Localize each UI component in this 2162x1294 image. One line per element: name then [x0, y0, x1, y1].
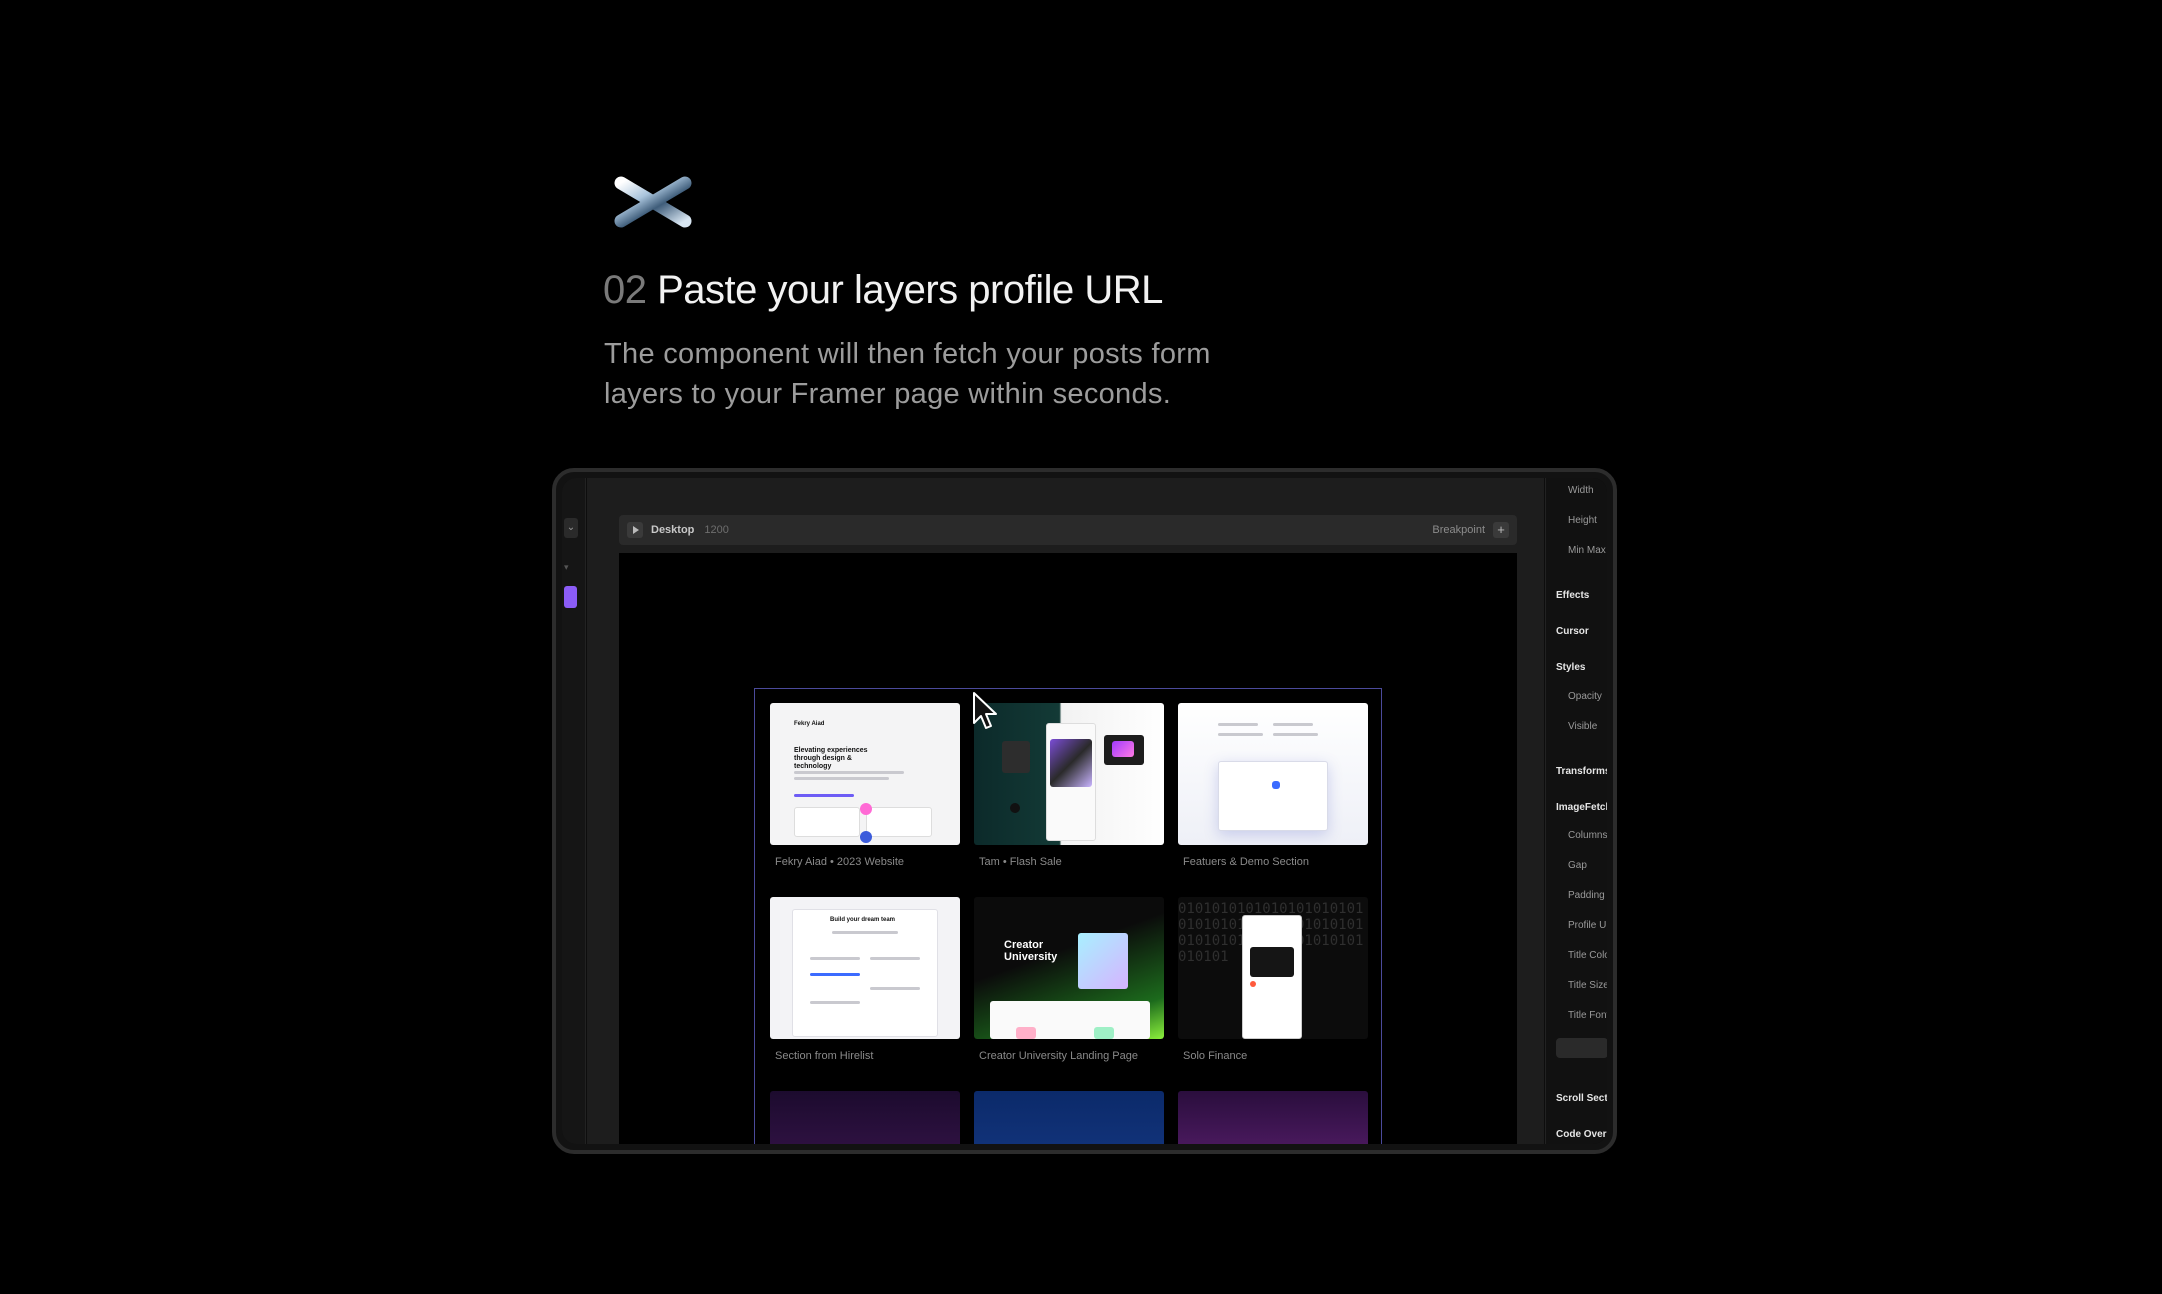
editor-window: ⌄ ▾ Desktop 1200 Breakpoint + Fekry Aiad	[562, 478, 1607, 1144]
breakpoint-width: 1200	[704, 524, 729, 536]
post-card[interactable]	[974, 1091, 1164, 1144]
post-title: Tam • Flash Sale	[979, 856, 1062, 868]
post-title: Featuers & Demo Section	[1183, 856, 1309, 868]
panel-item-gap[interactable]: Gap	[1568, 860, 1587, 871]
panel-item-styles[interactable]: Styles	[1556, 662, 1585, 673]
panel-item-cursor[interactable]: Cursor	[1556, 626, 1589, 637]
properties-panel: Width Height Min Max Effects Cursor Styles Opa…	[1545, 478, 1607, 1144]
panel-item-code-overr[interactable]: Code Overr	[1556, 1129, 1607, 1140]
post-title: Creator University Landing Page	[979, 1050, 1138, 1062]
post-thumbnail	[1178, 1091, 1368, 1144]
step-number: 02	[603, 268, 647, 312]
page-title: 02 Paste your layers profile URL	[603, 268, 1163, 313]
canvas[interactable]: Desktop 1200 Breakpoint + Fekry Aiad Ele…	[587, 478, 1544, 1144]
post-thumbnail	[974, 1091, 1164, 1144]
chrome-asterisk-icon	[614, 158, 692, 246]
layers-rail: ⌄ ▾	[562, 478, 586, 1144]
post-card[interactable]	[770, 1091, 960, 1144]
description: The component will then fetch your posts…	[604, 334, 1324, 414]
panel-item-height[interactable]: Height	[1568, 515, 1597, 526]
editor-mockup: ⌄ ▾ Desktop 1200 Breakpoint + Fekry Aiad	[552, 468, 1617, 1154]
panel-item-columns[interactable]: Columns	[1568, 830, 1607, 841]
post-thumbnail: Build your dream team	[770, 897, 960, 1039]
post-card[interactable]: Featuers & Demo Section	[1178, 703, 1368, 868]
panel-item-min-max[interactable]: Min Max	[1568, 545, 1606, 556]
mouse-pointer-icon	[973, 692, 997, 729]
breakpoint-title[interactable]: Desktop	[651, 524, 694, 536]
post-card[interactable]: Tam • Flash Sale	[974, 703, 1164, 868]
breakpoint-label[interactable]: Breakpoint	[1432, 524, 1485, 536]
description-line: layers to your Framer page within second…	[604, 378, 1172, 410]
play-icon[interactable]	[627, 522, 643, 538]
panel-item-title-colo[interactable]: Title Colo	[1568, 950, 1607, 961]
panel-item-padding[interactable]: Padding	[1568, 890, 1605, 901]
post-card[interactable]: Fekry Aiad Elevating experiences through…	[770, 703, 960, 868]
panel-item-title-font[interactable]: Title Font	[1568, 1010, 1607, 1021]
post-card[interactable]	[1178, 1091, 1368, 1144]
plus-icon[interactable]: +	[1493, 522, 1509, 538]
breakpoint-bar: Desktop 1200 Breakpoint +	[619, 515, 1517, 545]
component-layer-swatch[interactable]	[564, 586, 577, 608]
post-card[interactable]: 0101010101010101010101010101010101010101…	[1178, 897, 1368, 1062]
post-thumbnail	[770, 1091, 960, 1144]
post-thumbnail	[1178, 703, 1368, 845]
chevron-down-icon[interactable]: ⌄	[564, 518, 578, 538]
panel-action-button[interactable]	[1556, 1038, 1607, 1058]
post-card[interactable]: Creator University Creator University La…	[974, 897, 1164, 1062]
thumb-heading: Build your dream team	[830, 917, 896, 923]
panel-item-transforms[interactable]: Transforms	[1556, 766, 1607, 777]
thumb-heading: Creator University	[1004, 939, 1058, 963]
post-title: Solo Finance	[1183, 1050, 1248, 1062]
post-title: Section from Hirelist	[775, 1050, 874, 1062]
title-text: Paste your layers profile URL	[657, 268, 1163, 312]
panel-item-width[interactable]: Width	[1568, 485, 1594, 496]
post-thumbnail: Creator University	[974, 897, 1164, 1039]
panel-item-effects[interactable]: Effects	[1556, 590, 1589, 601]
panel-item-imagefetch[interactable]: ImageFetch	[1556, 802, 1607, 813]
panel-item-scroll-sectio[interactable]: Scroll Sectio	[1556, 1093, 1607, 1104]
description-line: The component will then fetch your posts…	[604, 338, 1211, 370]
panel-item-title-size[interactable]: Title Size	[1568, 980, 1607, 991]
post-title: Fekry Aiad • 2023 Website	[775, 856, 904, 868]
post-card[interactable]: Build your dream team Section from Hirel…	[770, 897, 960, 1062]
post-thumbnail	[974, 703, 1164, 845]
panel-item-profile-uf[interactable]: Profile UF	[1568, 920, 1607, 931]
desktop-frame[interactable]: Fekry Aiad Elevating experiences through…	[619, 553, 1517, 1144]
panel-item-visible[interactable]: Visible	[1568, 721, 1597, 732]
image-fetch-component[interactable]: Fekry Aiad Elevating experiences through…	[754, 688, 1382, 1144]
thumb-heading: Elevating experiences through design & t…	[794, 747, 868, 770]
caret-icon: ▾	[564, 562, 569, 572]
panel-item-opacity[interactable]: Opacity	[1568, 691, 1602, 702]
post-thumbnail: Fekry Aiad Elevating experiences through…	[770, 703, 960, 845]
post-thumbnail: 0101010101010101010101010101010101010101…	[1178, 897, 1368, 1039]
